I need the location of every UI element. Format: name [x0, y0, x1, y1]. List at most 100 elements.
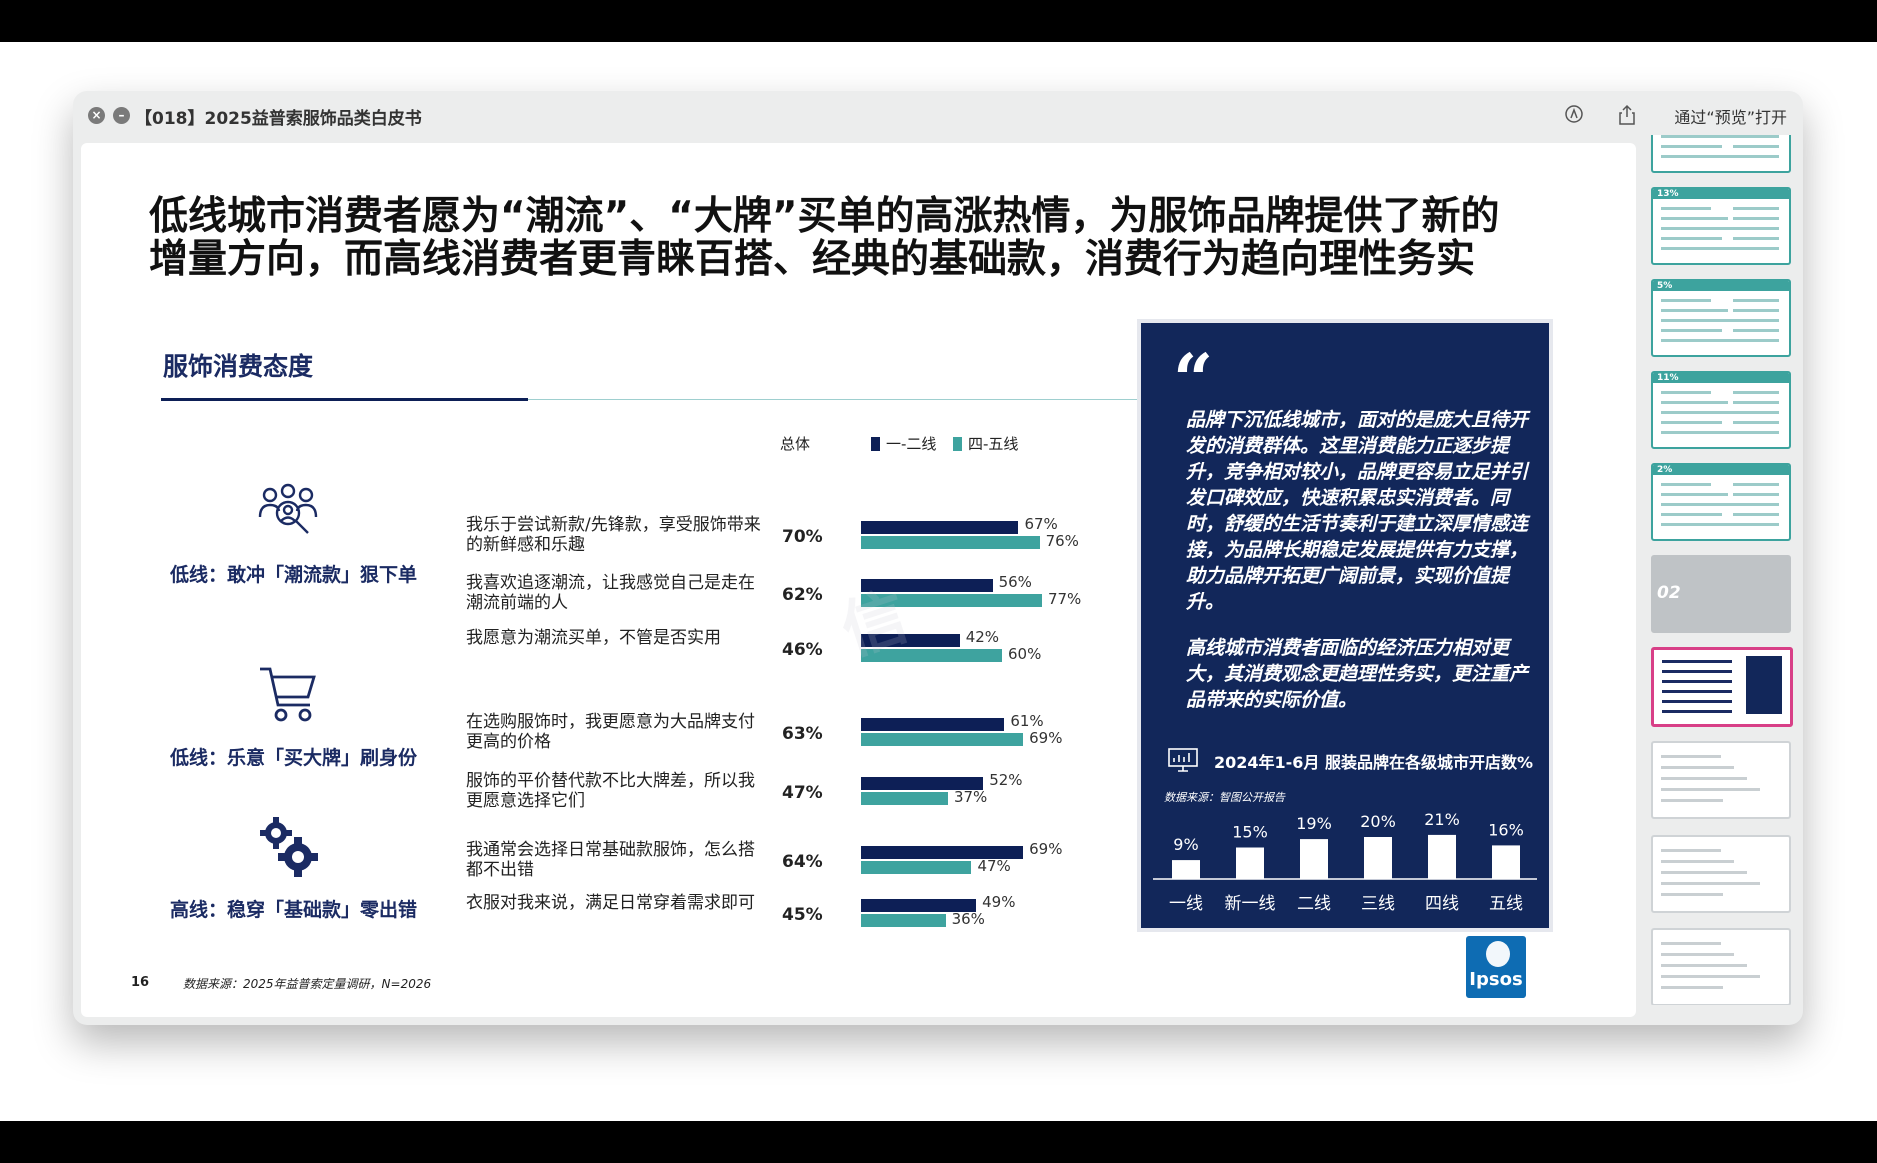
section-title: 服饰消费态度 — [163, 352, 314, 381]
thumbnail-line — [1661, 975, 1760, 978]
thumbnail-line — [1661, 799, 1723, 802]
overall-value: 62% — [782, 585, 823, 605]
bar-label-tier12: 42% — [965, 628, 1000, 646]
thumbnail-line — [1661, 421, 1722, 424]
thumbnail-line — [1733, 421, 1779, 424]
slide-page: 低线城市消费者愿为“潮流”、“大牌”买单的高涨热情，为服饰品牌提供了新的 增量方… — [81, 143, 1636, 1017]
page-thumbnail[interactable]: 5% — [1651, 279, 1791, 357]
bar-tier45 — [861, 649, 1002, 662]
thumbnail-line — [1661, 309, 1728, 312]
store-bar-value: 19% — [1296, 814, 1332, 833]
thumbnail-header — [1653, 465, 1789, 475]
store-bar — [1428, 834, 1456, 879]
bar-label-tier45: 77% — [1047, 590, 1082, 608]
thumbnail-line — [1661, 247, 1739, 250]
bar-tier45 — [861, 733, 1024, 746]
thumbnail-line — [1661, 155, 1739, 158]
window-titlebar: × – 【018】2025益普索服饰品类白皮书 通过“预览”打开 — [73, 91, 1803, 141]
statement-text: 我通常会选择日常基础款服饰，怎么搭都不出错 — [466, 840, 755, 880]
ipsos-logo-text: Ipsos — [1469, 969, 1523, 990]
headline-line-2: 增量方向，而高线消费者更青睐百搭、经典的基础款，消费行为趋向理性务实 — [149, 237, 1476, 282]
store-category-label: 一线 — [1169, 894, 1203, 914]
store-category-label: 五线 — [1489, 894, 1523, 914]
legend-tier12-label: 一-二线 — [886, 435, 937, 453]
thumbnail-line — [1661, 860, 1734, 863]
category-label-basic: 高线：稳穿「基础款」零出错 — [170, 899, 418, 921]
overall-value: 63% — [782, 724, 823, 744]
thumbnail-tag: 11% — [1657, 373, 1679, 383]
overall-value: 64% — [782, 852, 823, 872]
window-title: 【018】2025益普索服饰品类白皮书 — [135, 109, 422, 129]
legend-swatch-teal — [953, 437, 962, 451]
category-label-trend: 低线：敢冲「潮流款」狠下单 — [170, 564, 418, 586]
store-category-label: 新一线 — [1225, 894, 1276, 914]
page-thumbnail[interactable] — [1651, 835, 1791, 913]
page-number: 16 — [131, 975, 150, 990]
thumbnail-line — [1661, 964, 1747, 967]
overall-value: 70% — [782, 527, 823, 547]
thumbnail-line — [1661, 777, 1747, 780]
thumbnail-line — [1661, 207, 1711, 210]
ipsos-logo-mark — [1486, 941, 1510, 967]
thumbnail-line — [1662, 660, 1732, 663]
bar-label-tier45: 36% — [951, 910, 985, 928]
thumbnail-line — [1661, 513, 1722, 516]
bar-label-tier12: 49% — [982, 893, 1016, 911]
minimize-icon[interactable]: – — [113, 107, 130, 124]
shopping-cart-icon — [260, 667, 316, 722]
insight-paragraph-2: 高线城市消费者面临的经济压力相对更大，其消费观念更趋理性务实，更注重产品带来的实… — [1186, 637, 1529, 711]
thumbnail-line — [1733, 339, 1779, 342]
thumbnail-line — [1662, 690, 1732, 693]
bar-tier45 — [861, 792, 948, 805]
bar-label-tier12: 56% — [998, 573, 1032, 591]
thumbnail-header — [1653, 281, 1789, 291]
thumbnail-line — [1733, 299, 1779, 302]
thumbnail-line — [1733, 513, 1779, 516]
close-icon[interactable]: × — [88, 107, 105, 124]
bar-tier12 — [861, 634, 960, 647]
open-with-preview-button[interactable]: 通过“预览”打开 — [1674, 104, 1787, 128]
statement-text: 我喜欢追逐潮流，让我感觉自己是走在潮流前端的人 — [466, 573, 755, 613]
gears-icon — [260, 817, 318, 877]
markup-icon[interactable] — [1563, 104, 1585, 126]
thumbnail-line — [1661, 237, 1722, 240]
thumbnail-line — [1661, 882, 1760, 885]
page-thumbnail[interactable] — [1651, 928, 1791, 1005]
share-icon[interactable] — [1616, 104, 1638, 126]
page-thumbnail-sidebar[interactable]: 13% 5% 11% 2% 02 — [1646, 135, 1796, 1005]
bar-label-tier12: 67% — [1024, 515, 1058, 533]
legend-tier45-label: 四-五线 — [968, 435, 1019, 453]
thumbnail-line — [1661, 401, 1728, 404]
page-thumbnail[interactable] — [1651, 135, 1791, 173]
thumbnail-line — [1733, 391, 1779, 394]
thumbnail-line — [1661, 849, 1721, 852]
bar-label-tier45: 47% — [977, 857, 1011, 875]
page-thumbnail[interactable]: 13% — [1651, 187, 1791, 265]
thumbnail-line — [1733, 227, 1779, 230]
page-thumbnail[interactable]: 11% — [1651, 371, 1791, 449]
overall-value: 45% — [782, 905, 823, 925]
thumbnail-line — [1661, 391, 1711, 394]
store-bar-chart: 9% 一线 15% 新一线 19% 二线 20% 三线 21% 四线 16% 五线 — [1153, 810, 1537, 914]
page-thumbnail[interactable]: 2% — [1651, 463, 1791, 541]
store-chart-title: 2024年1-6月 服装品牌在各级城市开店数% — [1214, 753, 1534, 772]
statement-text: 在选购服饰时，我更愿意为大品牌支付更高的价格 — [466, 712, 755, 752]
bar-label-tier45: 37% — [953, 788, 988, 806]
page-thumbnail[interactable]: 02 — [1651, 555, 1791, 633]
bar-tier12 — [861, 521, 1019, 534]
thumbnail-line — [1733, 207, 1779, 210]
store-bar-value: 15% — [1232, 823, 1268, 842]
insight-paragraph-1: 品牌下沉低线城市，面对的是庞大且待开发的消费群体。这里消费能力正逐步提升，竞争相… — [1186, 409, 1529, 613]
page-thumbnail[interactable] — [1651, 647, 1793, 727]
store-category-label: 四线 — [1425, 894, 1459, 914]
thumbnail-line — [1661, 953, 1734, 956]
thumbnail-line — [1661, 893, 1723, 896]
store-bar-value: 9% — [1173, 835, 1198, 854]
store-bar — [1364, 837, 1392, 879]
thumbnail-line — [1733, 237, 1779, 240]
category-label-brand: 低线：乐意「买大牌」刷身份 — [170, 747, 418, 769]
page-thumbnail[interactable] — [1651, 741, 1791, 819]
statement-text: 我愿意为潮流买单，不管是否实用 — [466, 628, 721, 648]
thumbnail-line — [1733, 217, 1779, 220]
thumbnail-line — [1661, 788, 1760, 791]
